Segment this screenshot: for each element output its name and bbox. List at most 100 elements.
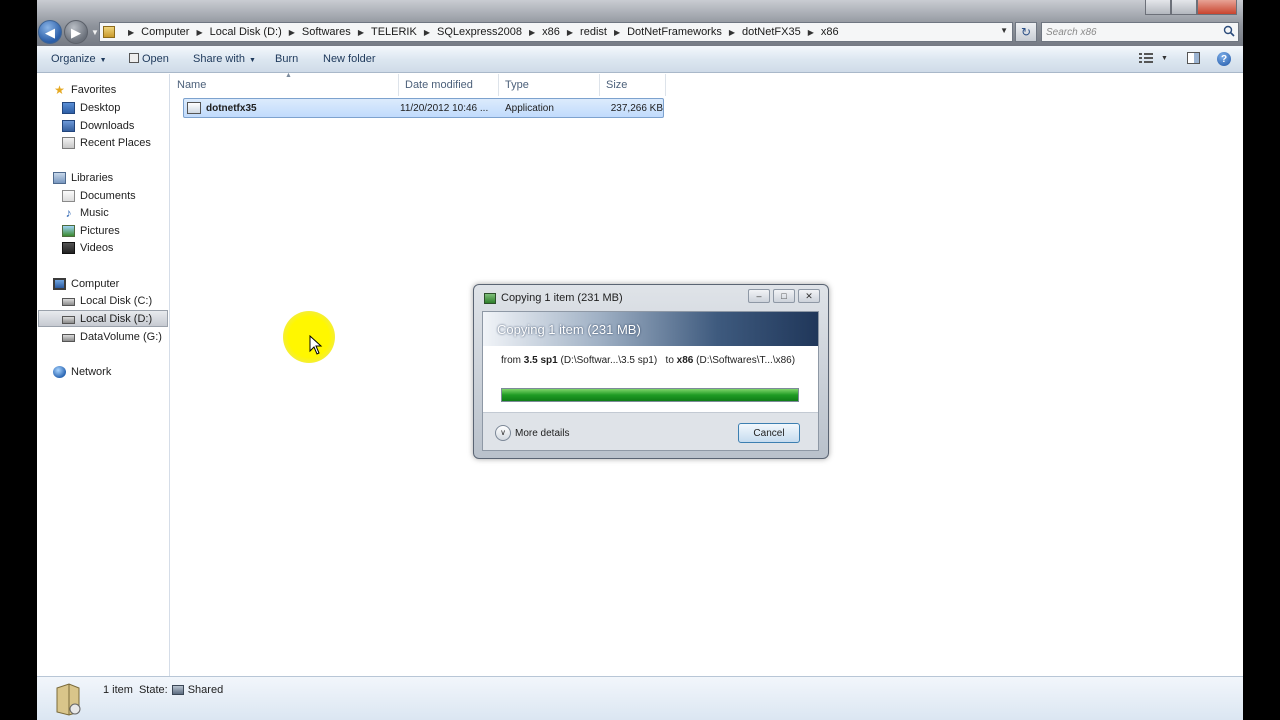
close-button[interactable] <box>1197 0 1237 15</box>
column-header-size[interactable]: Size <box>600 74 666 96</box>
views-icon <box>1139 53 1153 63</box>
application-icon <box>187 102 201 114</box>
pictures-icon <box>62 224 75 237</box>
chevron-right-icon[interactable]: ▶ <box>529 28 535 37</box>
nav-label: Libraries <box>71 171 114 184</box>
more-details-toggle[interactable]: ∨ More details <box>495 425 569 441</box>
open-button[interactable]: Open <box>129 53 169 65</box>
nav-pictures[interactable]: Pictures <box>62 222 120 239</box>
nav-local-disk-d[interactable]: Local Disk (D:) <box>38 310 168 327</box>
nav-label: Local Disk (C:) <box>80 294 153 307</box>
back-button[interactable]: ◀ <box>38 20 62 44</box>
nav-music[interactable]: ♪ Music <box>62 204 109 221</box>
recent-pages-dropdown[interactable]: ▼ <box>91 28 99 37</box>
to-label: to <box>665 355 674 366</box>
chevron-right-icon[interactable]: ▶ <box>567 28 573 37</box>
column-header-date-modified[interactable]: Date modified <box>399 74 499 96</box>
column-label: Size <box>606 79 628 91</box>
nav-favorites[interactable]: ★ Favorites <box>53 81 116 98</box>
breadcrumb-item[interactable]: x86 <box>542 26 560 38</box>
cancel-button[interactable]: Cancel <box>738 423 800 443</box>
nav-libraries[interactable]: Libraries <box>53 169 113 186</box>
burn-button[interactable]: Burn <box>275 53 298 65</box>
nav-datavolume-g[interactable]: DataVolume (G:) <box>62 328 162 345</box>
nav-recent-places[interactable]: Recent Places <box>62 134 151 151</box>
organize-button[interactable]: Organize ▼ <box>51 53 107 65</box>
to-path: (D:\Softwares\T...\x86) <box>696 355 796 366</box>
organize-label: Organize <box>51 53 96 65</box>
column-headers: Name ▲ Date modified Type Size <box>171 72 666 96</box>
sort-up-icon: ▲ <box>285 72 292 79</box>
network-icon <box>53 365 66 378</box>
breadcrumb-item[interactable]: dotNetFX35 <box>742 26 801 38</box>
to-name[interactable]: x86 <box>677 355 694 366</box>
forward-button[interactable]: ▶ <box>64 20 88 44</box>
chevron-right-icon[interactable]: ▶ <box>614 28 620 37</box>
state-value: Shared <box>187 684 224 696</box>
computer-icon <box>53 277 66 290</box>
breadcrumb-item[interactable]: DotNetFrameworks <box>627 26 722 38</box>
column-header-name[interactable]: Name ▲ <box>171 72 399 96</box>
maximize-button[interactable] <box>1171 0 1197 15</box>
nav-computer[interactable]: Computer <box>53 275 119 292</box>
chevron-right-icon[interactable]: ▶ <box>729 28 735 37</box>
details-pane: 1 item State: Shared <box>37 676 1243 720</box>
from-name[interactable]: 3.5 sp1 <box>524 355 558 366</box>
chevron-right-icon[interactable]: ▶ <box>358 28 364 37</box>
column-label: Type <box>505 79 529 91</box>
share-with-label: Share with <box>193 53 245 65</box>
videos-icon <box>62 241 75 254</box>
preview-pane-icon <box>1187 52 1200 64</box>
dialog-close-button[interactable]: ✕ <box>798 289 820 303</box>
refresh-button[interactable]: ↻ <box>1015 22 1037 42</box>
breadcrumb-item[interactable]: TELERIK <box>371 26 417 38</box>
breadcrumb-item-current[interactable]: x86 <box>821 26 839 38</box>
share-with-button[interactable]: Share with ▼ <box>193 53 256 65</box>
open-label: Open <box>142 53 169 65</box>
nav-network[interactable]: Network <box>53 363 111 380</box>
preview-pane-button[interactable] <box>1187 52 1200 64</box>
chevron-right-icon[interactable]: ▶ <box>196 28 202 37</box>
chevron-down-icon[interactable]: ▼ <box>1000 26 1008 35</box>
dialog-maximize-button[interactable]: □ <box>773 289 795 303</box>
chevron-right-icon[interactable]: ▶ <box>289 28 295 37</box>
folder-icon <box>103 26 115 38</box>
breadcrumb-item[interactable]: Softwares <box>302 26 351 38</box>
nav-desktop[interactable]: Desktop <box>62 99 120 116</box>
chevron-right-icon[interactable]: ▶ <box>128 28 134 37</box>
search-icon[interactable] <box>1223 25 1235 37</box>
file-row[interactable]: dotnetfx35 11/20/2012 10:46 ... Applicat… <box>183 98 664 118</box>
change-view-button[interactable]: ▼ <box>1139 52 1168 64</box>
file-date: 11/20/2012 10:46 ... <box>400 102 489 114</box>
breadcrumb-item[interactable]: Local Disk (D:) <box>210 26 282 38</box>
nav-label: Documents <box>80 189 136 202</box>
breadcrumb-item[interactable]: Computer <box>141 26 189 38</box>
open-icon <box>129 53 139 63</box>
application-icon <box>56 683 81 716</box>
breadcrumb-item[interactable]: SQLexpress2008 <box>437 26 522 38</box>
chevron-down-icon[interactable]: ▼ <box>1161 55 1168 62</box>
file-name: dotnetfx35 <box>206 102 257 114</box>
breadcrumb-item[interactable]: redist <box>580 26 607 38</box>
column-label: Date modified <box>405 79 473 91</box>
minimize-button[interactable] <box>1145 0 1171 15</box>
nav-local-disk-c[interactable]: Local Disk (C:) <box>62 292 152 309</box>
search-input[interactable] <box>1042 23 1212 41</box>
nav-videos[interactable]: Videos <box>62 239 113 256</box>
dialog-footer: ∨ More details Cancel <box>483 412 818 450</box>
command-bar: Organize ▼ Open Share with ▼ Burn New fold… <box>37 46 1243 73</box>
column-label: Name <box>177 79 207 91</box>
chevron-right-icon[interactable]: ▶ <box>424 28 430 37</box>
chevron-down-icon: ▼ <box>248 57 256 64</box>
dialog-minimize-button[interactable]: – <box>748 289 770 303</box>
new-folder-button[interactable]: New folder <box>323 53 376 65</box>
column-header-type[interactable]: Type <box>499 74 600 96</box>
help-button[interactable]: ? <box>1217 52 1231 66</box>
music-icon: ♪ <box>65 205 72 220</box>
address-bar[interactable]: ▶ Computer ▶ Local Disk (D:) ▶ Softwares… <box>99 22 1013 42</box>
chevron-right-icon[interactable]: ▶ <box>808 28 814 37</box>
search-box[interactable] <box>1041 22 1239 42</box>
nav-documents[interactable]: Documents <box>62 187 136 204</box>
file-type: Application <box>505 102 554 114</box>
nav-downloads[interactable]: Downloads <box>62 117 134 134</box>
